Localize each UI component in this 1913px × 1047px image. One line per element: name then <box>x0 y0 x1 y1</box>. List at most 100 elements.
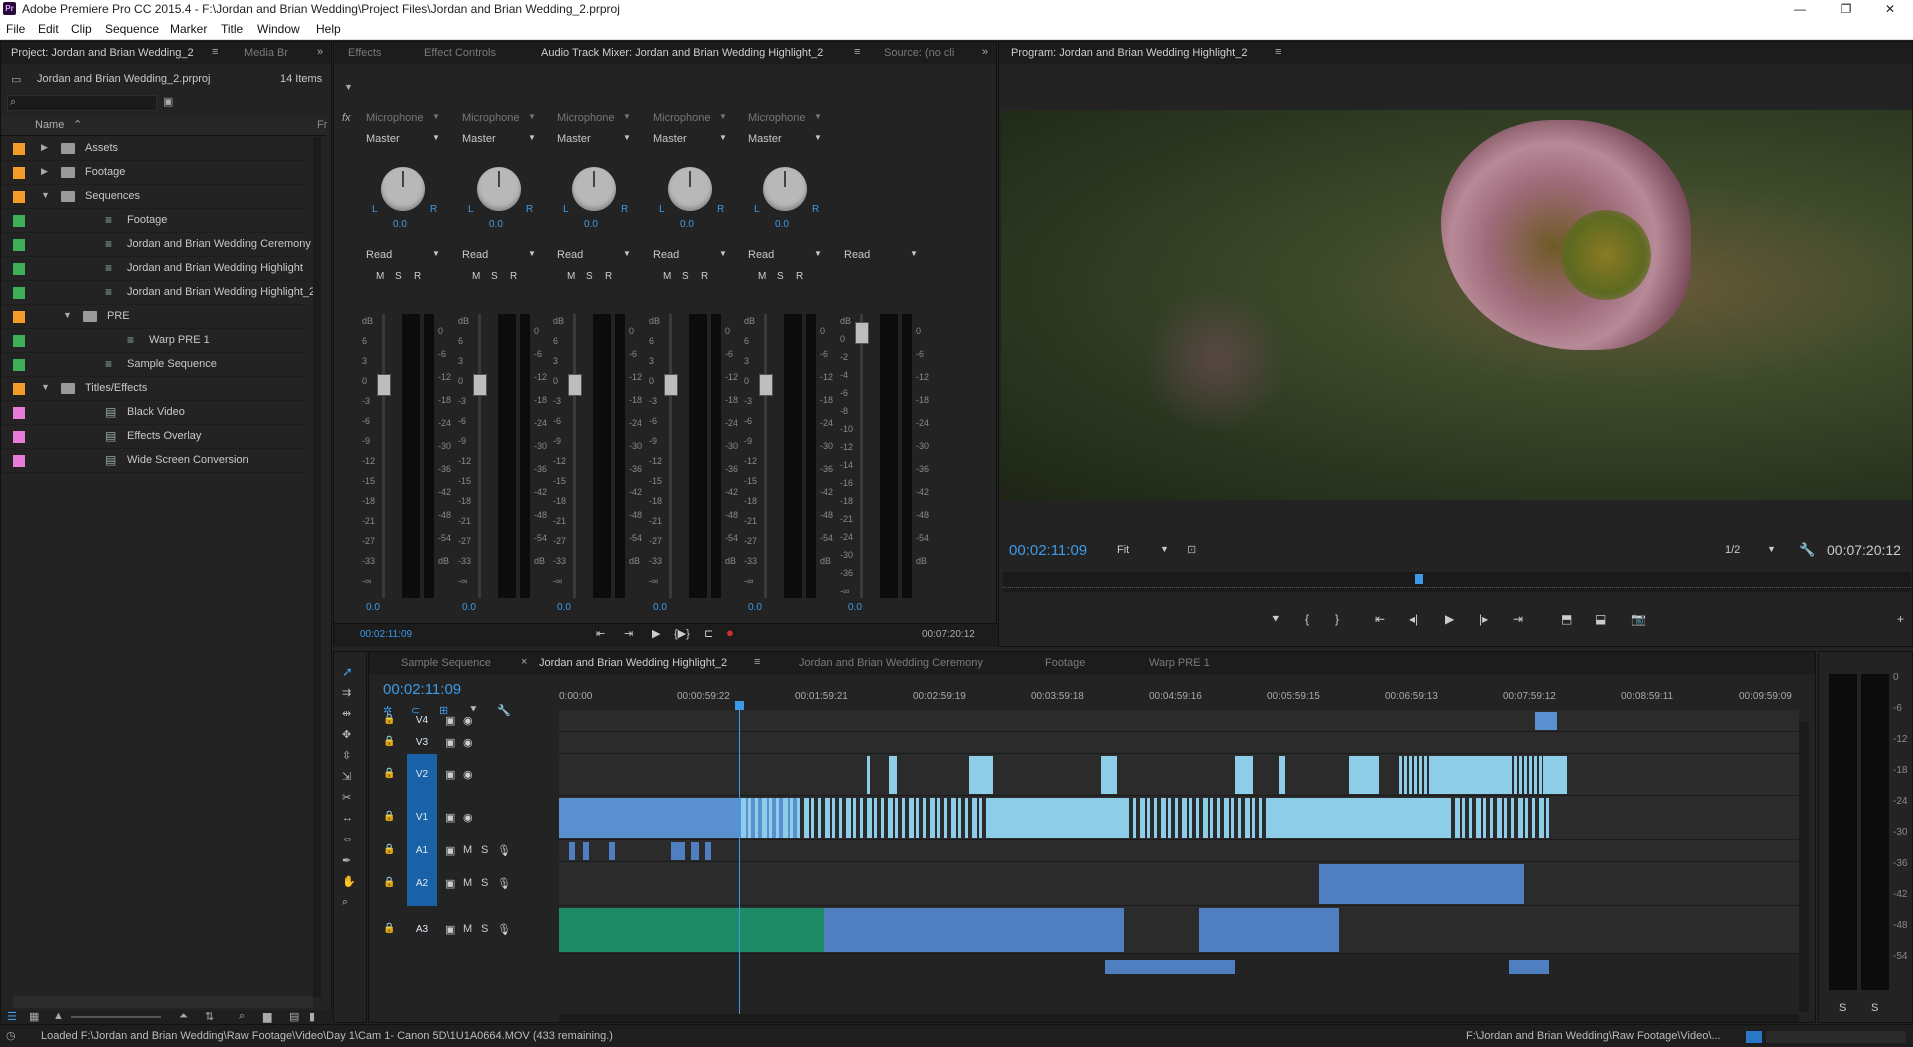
video-clip[interactable] <box>1455 798 1460 838</box>
video-clip[interactable] <box>944 798 947 838</box>
fader-track[interactable] <box>764 314 767 598</box>
pan-knob[interactable] <box>572 167 616 211</box>
go-to-out-icon[interactable]: ⇥ <box>1513 612 1523 626</box>
video-clip[interactable] <box>748 798 751 838</box>
play-in-out-icon[interactable]: {▶} <box>674 627 690 640</box>
ripple-edit-tool-icon[interactable]: ⇹ <box>342 707 351 720</box>
list-view-icon[interactable]: ☰ <box>7 1010 17 1023</box>
audio-clip[interactable] <box>1199 908 1339 952</box>
input-dropdown[interactable]: Microphone ▼ <box>462 112 542 128</box>
fx-icon[interactable]: fx <box>342 112 351 124</box>
label-color-chip[interactable] <box>13 287 25 299</box>
video-clip[interactable] <box>825 798 830 838</box>
list-item[interactable]: ≡ Footage <box>1 209 306 233</box>
audio-clip[interactable] <box>1034 908 1124 952</box>
track-lane[interactable] <box>559 710 1799 732</box>
record-button[interactable]: R <box>414 271 421 282</box>
automation-mode-dropdown[interactable]: Read ▼ <box>844 249 924 265</box>
video-clip[interactable] <box>1217 798 1220 838</box>
tab-effect-controls[interactable]: Effect Controls <box>424 47 496 59</box>
list-item[interactable]: ≡ Jordan and Brian Wedding Ceremony <box>1 233 311 257</box>
video-clip[interactable] <box>741 798 746 838</box>
pan-knob[interactable] <box>668 167 712 211</box>
volume-fader[interactable] <box>568 374 582 396</box>
video-clip[interactable] <box>1238 798 1241 838</box>
video-clip[interactable] <box>874 798 877 838</box>
sort-asc-icon[interactable]: ⌃ <box>73 118 82 131</box>
mute-button[interactable]: M <box>376 271 384 282</box>
video-clip[interactable] <box>930 798 935 838</box>
video-clip[interactable] <box>1494 756 1497 794</box>
menu-edit[interactable]: Edit <box>38 22 59 36</box>
volume-fader[interactable] <box>664 374 678 396</box>
video-clip[interactable] <box>1101 756 1117 794</box>
label-color-chip[interactable] <box>13 191 25 203</box>
slide-tool-icon[interactable]: ⇔ <box>342 833 353 845</box>
label-color-chip[interactable] <box>13 335 25 347</box>
audio-clip[interactable] <box>691 842 699 860</box>
mute-button[interactable]: M <box>472 271 480 282</box>
audio-clip[interactable] <box>583 842 589 860</box>
video-clip[interactable] <box>1203 798 1208 838</box>
fit-dropdown[interactable]: Fit ▼ <box>1117 544 1177 556</box>
eye-icon[interactable]: ◉ <box>463 736 473 749</box>
video-clip[interactable] <box>1504 798 1507 838</box>
video-clip[interactable] <box>1434 756 1437 794</box>
video-clip[interactable] <box>1279 756 1285 794</box>
loop-icon[interactable]: ⊏ <box>704 627 713 640</box>
video-clip[interactable] <box>797 798 800 838</box>
automation-mode-dropdown[interactable]: Read ▼ <box>748 249 828 265</box>
video-clip[interactable] <box>889 756 897 794</box>
track-select-tool-icon[interactable]: ⇉ <box>342 686 351 699</box>
video-clip[interactable] <box>1476 798 1481 838</box>
record-button[interactable]: R <box>510 271 517 282</box>
tab-highlight-2[interactable]: Jordan and Brian Wedding Highlight_2 <box>539 657 727 669</box>
video-clip[interactable] <box>1474 756 1477 794</box>
video-clip[interactable] <box>1469 798 1472 838</box>
rate-stretch-tool-icon[interactable]: ⇳ <box>342 749 351 762</box>
tab-effects[interactable]: Effects <box>348 47 381 59</box>
list-item[interactable]: ▶ Footage <box>1 161 306 185</box>
solo-button[interactable]: S <box>586 271 593 282</box>
video-clip[interactable] <box>1534 756 1537 794</box>
video-clip[interactable] <box>1509 756 1512 794</box>
panel-menu-icon[interactable]: ≡ <box>212 46 218 58</box>
lock-icon[interactable]: 🔒 <box>383 811 395 822</box>
video-clip[interactable] <box>853 798 856 838</box>
video-clip[interactable] <box>1252 798 1255 838</box>
trash-icon[interactable]: ▮ <box>309 1010 315 1023</box>
video-clip[interactable] <box>1546 798 1549 838</box>
video-clip[interactable] <box>1479 756 1482 794</box>
video-clip[interactable] <box>1532 798 1535 838</box>
mute-button[interactable]: M <box>758 271 766 282</box>
record-icon[interactable]: ● <box>726 625 734 640</box>
tab-source[interactable]: Source: (no cli <box>884 47 954 59</box>
lock-icon[interactable]: 🔒 <box>383 877 395 888</box>
video-clip[interactable] <box>804 798 809 838</box>
label-color-chip[interactable] <box>13 383 25 395</box>
video-clip[interactable] <box>1504 756 1507 794</box>
fader-track[interactable] <box>669 314 672 598</box>
rate-tool-icon[interactable]: ⇲ <box>342 770 351 783</box>
label-color-chip[interactable] <box>13 263 25 275</box>
microphone-icon[interactable]: 🎙 <box>497 923 511 936</box>
video-clip[interactable] <box>1462 798 1465 838</box>
icon-view-icon[interactable]: ▦ <box>29 1010 39 1023</box>
button-editor-icon[interactable]: + <box>1897 612 1904 626</box>
video-clip[interactable] <box>1235 756 1253 794</box>
mute-track-button[interactable]: M <box>463 877 472 889</box>
video-clip[interactable] <box>969 756 993 794</box>
list-item[interactable]: ▤ Wide Screen Conversion <box>1 449 306 473</box>
solo-track-button[interactable]: S <box>481 877 488 889</box>
video-clip[interactable] <box>1518 798 1523 838</box>
go-to-in-icon[interactable]: ⇤ <box>1375 612 1385 626</box>
video-clip[interactable] <box>1525 798 1528 838</box>
lock-icon[interactable]: 🔒 <box>383 844 395 855</box>
expand-arrow-icon[interactable]: ▼ <box>41 382 50 392</box>
solo-button[interactable]: S <box>682 271 689 282</box>
track-target-v1[interactable]: V1 <box>407 796 437 840</box>
video-clip[interactable] <box>867 756 870 794</box>
pan-knob[interactable] <box>763 167 807 211</box>
tab-warp-pre-1[interactable]: Warp PRE 1 <box>1149 657 1210 669</box>
menu-clip[interactable]: Clip <box>71 22 92 36</box>
